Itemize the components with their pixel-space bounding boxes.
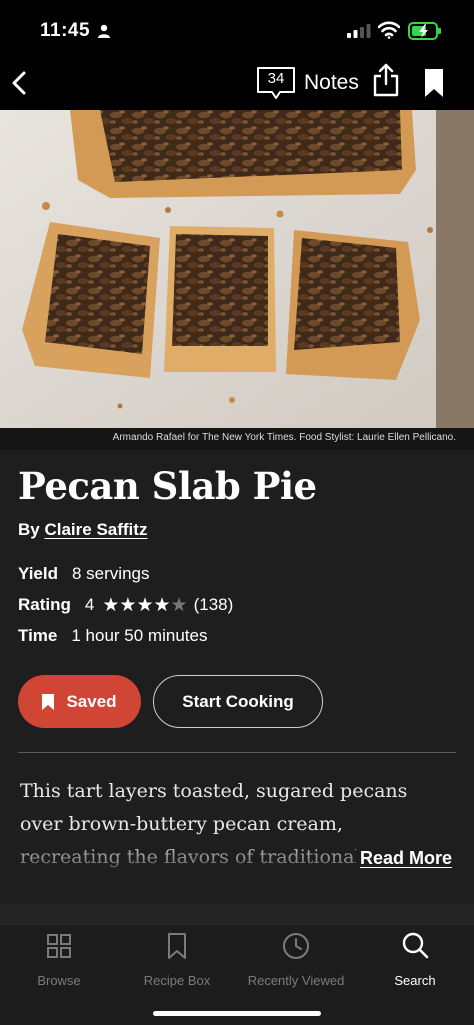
time-row: Time 1 hour 50 minutes	[18, 626, 207, 646]
home-indicator[interactable]	[153, 1011, 321, 1016]
notes-button[interactable]: 34 Notes	[256, 64, 359, 102]
clock-icon	[283, 933, 309, 959]
byline: By Claire Saffitz	[18, 520, 147, 540]
tab-search[interactable]: Search	[356, 931, 474, 988]
rating-row[interactable]: Rating 4 ★ ★ ★ ★ ★ (138)	[18, 595, 233, 615]
read-more-link[interactable]: Read More	[356, 848, 453, 869]
top-navigation-bar: 34 Notes	[0, 60, 474, 110]
speech-bubble-icon: 34	[256, 66, 296, 100]
start-cooking-button[interactable]: Start Cooking	[153, 675, 323, 728]
tab-label: Recently Viewed	[247, 973, 345, 988]
recipe-photo	[0, 110, 474, 428]
time-label: Time	[18, 626, 58, 645]
notes-label: Notes	[304, 71, 359, 94]
author-link[interactable]: Claire Saffitz	[44, 520, 147, 539]
search-icon	[402, 932, 429, 959]
star-icon: ★	[170, 594, 188, 616]
star-icon: ★	[102, 594, 120, 616]
person-icon	[98, 24, 110, 38]
star-icon: ★	[119, 594, 137, 616]
status-time: 11:45	[40, 20, 91, 41]
recipe-title: Pecan Slab Pie	[18, 464, 317, 508]
tab-recipe-box[interactable]: Recipe Box	[118, 931, 236, 988]
bookmark-filled-icon[interactable]	[424, 68, 444, 98]
bookmark-filled-icon	[42, 693, 55, 710]
battery-charging-icon	[408, 22, 441, 40]
rating-value: 4	[84, 595, 95, 614]
divider	[18, 752, 456, 753]
grid-icon	[47, 934, 71, 958]
wifi-icon	[378, 21, 400, 39]
yield-label: Yield	[18, 564, 58, 583]
yield-value: 8 servings	[72, 564, 150, 583]
notes-count: 34	[267, 70, 285, 87]
back-chevron-icon[interactable]	[8, 68, 30, 98]
time-value: 1 hour 50 minutes	[71, 626, 208, 645]
share-icon[interactable]	[372, 62, 400, 98]
rating-count: (138)	[193, 595, 234, 614]
tab-browse[interactable]: Browse	[0, 931, 118, 988]
yield-row: Yield 8 servings	[18, 564, 149, 584]
recipe-details: Pecan Slab Pie By Claire Saffitz Yield 8…	[0, 450, 474, 924]
star-icon: ★	[153, 594, 171, 616]
saved-label: Saved	[66, 691, 117, 711]
bookmark-icon	[168, 933, 186, 959]
bottom-tab-bar: Browse Recipe Box Recently Viewed Search	[0, 924, 474, 1025]
byline-prefix: By	[18, 520, 40, 539]
tab-label: Browse	[37, 973, 81, 988]
tab-recently-viewed[interactable]: Recently Viewed	[237, 931, 355, 988]
tab-label: Search	[394, 973, 436, 988]
saved-button[interactable]: Saved	[18, 675, 141, 728]
star-icon: ★	[136, 594, 154, 616]
tab-label: Recipe Box	[143, 973, 211, 988]
next-section-strip	[0, 904, 474, 924]
photo-credit: Armando Rafael for The New York Times. F…	[0, 428, 474, 450]
status-bar: 11:45	[0, 0, 474, 60]
rating-stars: ★ ★ ★ ★ ★	[102, 596, 187, 615]
cellular-signal-icon	[347, 24, 371, 38]
rating-label: Rating	[18, 595, 71, 614]
